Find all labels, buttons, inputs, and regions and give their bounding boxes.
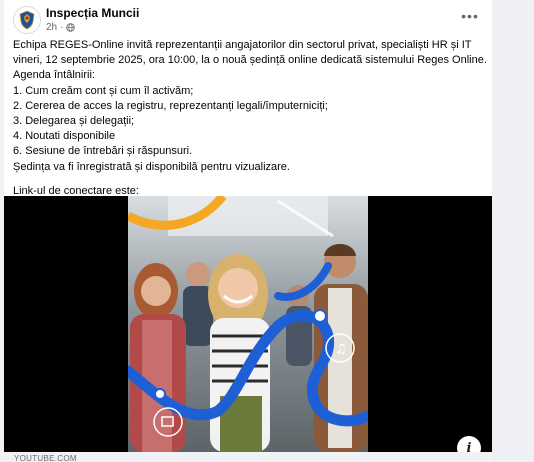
meta-separator: · xyxy=(60,22,64,33)
thumbnail-illustration: ♫ xyxy=(128,196,368,452)
post-text-line: Agenda întâlnirii: xyxy=(13,69,95,82)
post-text-line: 2. Cererea de acces la registru, repreze… xyxy=(13,99,328,112)
post-text-line: 3. Delegarea și delegații; xyxy=(13,115,135,128)
link-preview-media[interactable]: ♫ i xyxy=(4,196,492,460)
post-text: Echipa REGES-Online invită reprezentanți… xyxy=(13,38,488,199)
coat-of-arms-logo xyxy=(19,10,35,30)
post-text-line: 4. Noutati disponibile xyxy=(13,130,116,143)
post-time[interactable]: 2h xyxy=(46,22,57,33)
post-text-line: Echipa REGES-Online invită reprezentanți… xyxy=(13,39,487,67)
link-preview-footer[interactable]: YOUTUBE.COM xyxy=(4,452,492,462)
post-text-line: Ședința va fi înregistrată și disponibil… xyxy=(13,160,290,173)
page-name[interactable]: Inspecția Muncii xyxy=(46,6,139,20)
globe-icon xyxy=(66,23,76,32)
facebook-post: Inspecția Muncii 2h · ••• Echipa REGES-O… xyxy=(4,0,492,462)
right-side-panel xyxy=(492,0,534,462)
page-avatar[interactable] xyxy=(13,6,41,34)
video-thumbnail[interactable]: ♫ xyxy=(128,196,368,452)
post-meta: 2h · xyxy=(46,22,76,33)
link-domain: YOUTUBE.COM xyxy=(14,454,77,462)
svg-text:♫: ♫ xyxy=(335,342,347,357)
post-text-line: 1. Cum creăm cont și cum îl activăm; xyxy=(13,84,194,97)
more-options-icon[interactable]: ••• xyxy=(459,8,481,24)
post-text-line: 6. Sesiune de întrebări și răspunsuri. xyxy=(13,145,193,158)
